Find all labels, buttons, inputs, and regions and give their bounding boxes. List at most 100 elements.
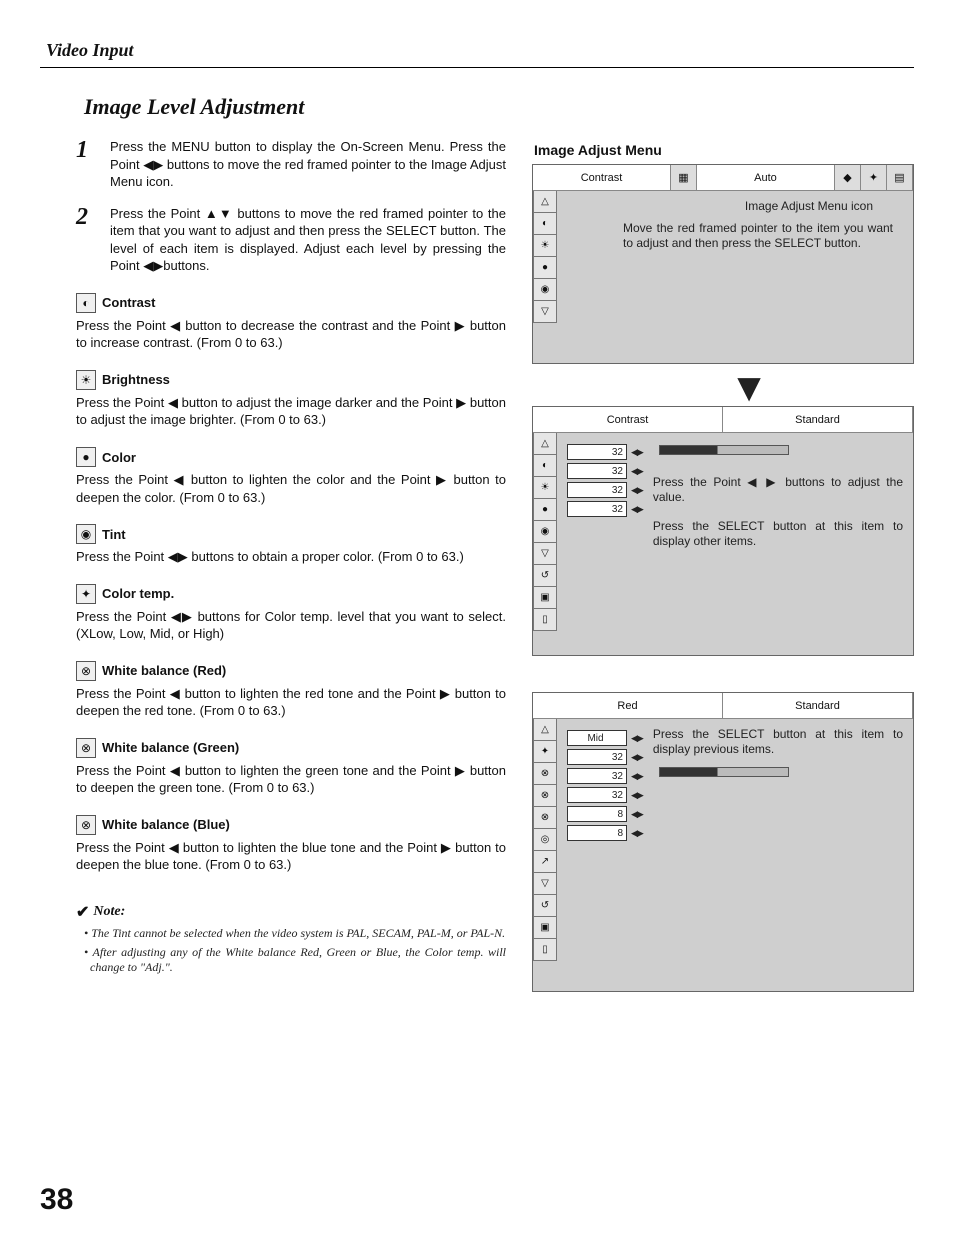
note-heading: Note: — [93, 904, 125, 920]
value-box: 32 — [567, 444, 627, 460]
adjust-item: ⊗White balance (Blue)Press the Point ◀ b… — [76, 815, 506, 874]
color-icon: ● — [533, 257, 557, 279]
contrast-icon: ◐ — [533, 455, 557, 477]
step-number: 1 — [76, 138, 96, 191]
adjust-item: ◐ContrastPress the Point ◀ button to dec… — [76, 293, 506, 352]
lr-arrows-icon: ◀▶ — [631, 485, 643, 496]
adjust-icon: ☀ — [76, 370, 96, 390]
up-icon: △ — [533, 719, 557, 741]
adjust-item: ⊗ White balance (Green) Press the Point ◀ … — [76, 738, 506, 797]
tint-icon: ◉ — [533, 279, 557, 301]
lr-arrows-icon: ◀▶ — [631, 790, 643, 801]
wb-green-icon: ⊗ — [533, 785, 557, 807]
osd3-top-left: Red — [533, 693, 723, 718]
lr-arrows-icon: ◀▶ — [631, 466, 643, 477]
note-item: After adjusting any of the White balance… — [90, 945, 506, 975]
colortemp-icon: ✦ — [533, 741, 557, 763]
osd-panel-1: Contrast ▦ Auto ◆ ✦ ▤ △ ◐ ☀ ● ◉ ▽ Image … — [532, 164, 914, 364]
osd-top-icon: ◆ — [835, 165, 861, 190]
value-box: 32 — [567, 787, 627, 803]
osd1-callout: Move the red framed pointer to the item … — [623, 221, 893, 251]
left-column: 1Press the MENU button to display the On… — [76, 138, 506, 1028]
adjust-desc: Press the Point ◀ button to lighten the … — [76, 685, 506, 720]
wb-blue-icon: ⊗ — [533, 807, 557, 829]
adjust-desc: Press the Point ◀ button to lighten the … — [76, 762, 506, 797]
value-box: 32 — [567, 501, 627, 517]
osd2-callout2: Press the SELECT button at this item to … — [653, 519, 903, 549]
adjust-label: White balance (Green) — [102, 740, 239, 755]
osd3-top-right: Standard — [723, 693, 913, 718]
page-number: 38 — [40, 1183, 73, 1217]
quit-icon: ▯ — [533, 939, 557, 961]
value-row: 8 ◀▶ — [567, 825, 643, 841]
adjust-desc: Press the Point ◀ button to lighten the … — [76, 839, 506, 874]
value-box: 32 — [567, 463, 627, 479]
down-icon: ▽ — [533, 301, 557, 323]
lr-arrows-icon: ◀▶ — [631, 771, 643, 782]
osd2-callout1: Press the Point ◀ ▶ buttons to adjust th… — [653, 475, 903, 505]
adjust-icon: ● — [76, 447, 96, 467]
value-row: 8 ◀▶ — [567, 806, 643, 822]
value-box: 8 — [567, 806, 627, 822]
right-column: Image Adjust Menu Contrast ▦ Auto ◆ ✦ ▤ … — [532, 138, 914, 1028]
lr-arrows-icon: ◀▶ — [631, 447, 643, 458]
step: 2Press the Point ▲▼ buttons to move the … — [76, 205, 506, 275]
step-text: Press the Point ▲▼ buttons to move the r… — [110, 205, 506, 275]
check-icon: ✔ — [76, 902, 89, 922]
down-arrow-icon: ▼ — [584, 378, 914, 398]
sharpness-icon: ◎ — [533, 829, 557, 851]
adjust-icon: ⊗ — [76, 738, 96, 758]
adjust-label: Color temp. — [102, 586, 174, 601]
step-number: 2 — [76, 205, 96, 275]
gamma-icon: ↗ — [533, 851, 557, 873]
down-icon: ▽ — [533, 543, 557, 565]
adjust-label: Tint — [102, 527, 126, 542]
store-icon: ▣ — [533, 917, 557, 939]
value-row: 32◀▶ — [567, 749, 643, 765]
up-icon: △ — [533, 433, 557, 455]
adjust-item: ✦Color temp.Press the Point ◀▶ buttons f… — [76, 584, 506, 643]
lr-arrows-icon: ◀▶ — [631, 752, 643, 763]
brightness-icon: ☀ — [533, 477, 557, 499]
adjust-desc: Press the Point ◀▶ buttons to obtain a p… — [76, 548, 506, 566]
osd-panel-2: Contrast Standard △ ◐ ☀ ● ◉ ▽ ↺ ▣ ▯ 32◀▶… — [532, 406, 914, 656]
page-title: Image Level Adjustment — [84, 94, 914, 120]
lr-arrows-icon: ◀▶ — [631, 733, 643, 744]
osd1-top-left: Contrast — [533, 165, 671, 190]
lr-arrows-icon: ◀▶ — [631, 828, 643, 839]
value-row: 32 ◀▶ — [567, 501, 643, 517]
wb-red-icon: ⊗ — [533, 763, 557, 785]
adjust-desc: Press the Point ◀ button to lighten the … — [76, 471, 506, 506]
store-icon: ▣ — [533, 587, 557, 609]
value-row: 32 ◀▶ — [567, 463, 643, 479]
value-box: 32 — [567, 482, 627, 498]
value-row: 32 ◀▶ — [567, 444, 643, 460]
adjust-icon: ◐ — [76, 293, 96, 313]
value-row: 32 ◀▶ — [567, 768, 643, 784]
adjust-item: ◉TintPress the Point ◀▶ buttons to obtai… — [76, 524, 506, 566]
adjust-label: Color — [102, 450, 136, 465]
right-title: Image Adjust Menu — [534, 142, 914, 158]
contrast-icon: ◐ — [533, 213, 557, 235]
osd-top-icon: ▤ — [887, 165, 913, 190]
adjust-item: ⊗White balance (Red)Press the Point ◀ bu… — [76, 661, 506, 720]
brightness-icon: ☀ — [533, 235, 557, 257]
osd1-icon-label: Image Adjust Menu icon — [567, 199, 873, 213]
up-icon: △ — [533, 191, 557, 213]
down-icon: ▽ — [533, 873, 557, 895]
osd-top-icon: ▦ — [671, 165, 697, 190]
color-icon: ● — [533, 499, 557, 521]
adjust-label: White balance (Blue) — [102, 817, 230, 832]
osd-panel-3: Red Standard △ ✦ ⊗ ⊗ ⊗ ◎ ↗ ▽ ↺ ▣ ▯ — [532, 692, 914, 992]
value-row: Mid◀▶ — [567, 730, 643, 746]
slider-bar — [659, 445, 789, 455]
tint-icon: ◉ — [533, 521, 557, 543]
section-header: Video Input — [40, 40, 914, 68]
adjust-desc: Press the Point ◀ button to adjust the i… — [76, 394, 506, 429]
value-box: 8 — [567, 825, 627, 841]
value-box: 32 — [567, 768, 627, 784]
osd2-top-left: Contrast — [533, 407, 723, 432]
lr-arrows-icon: ◀▶ — [631, 504, 643, 515]
adjust-icon: ⊗ — [76, 661, 96, 681]
lr-arrows-icon: ◀▶ — [631, 809, 643, 820]
